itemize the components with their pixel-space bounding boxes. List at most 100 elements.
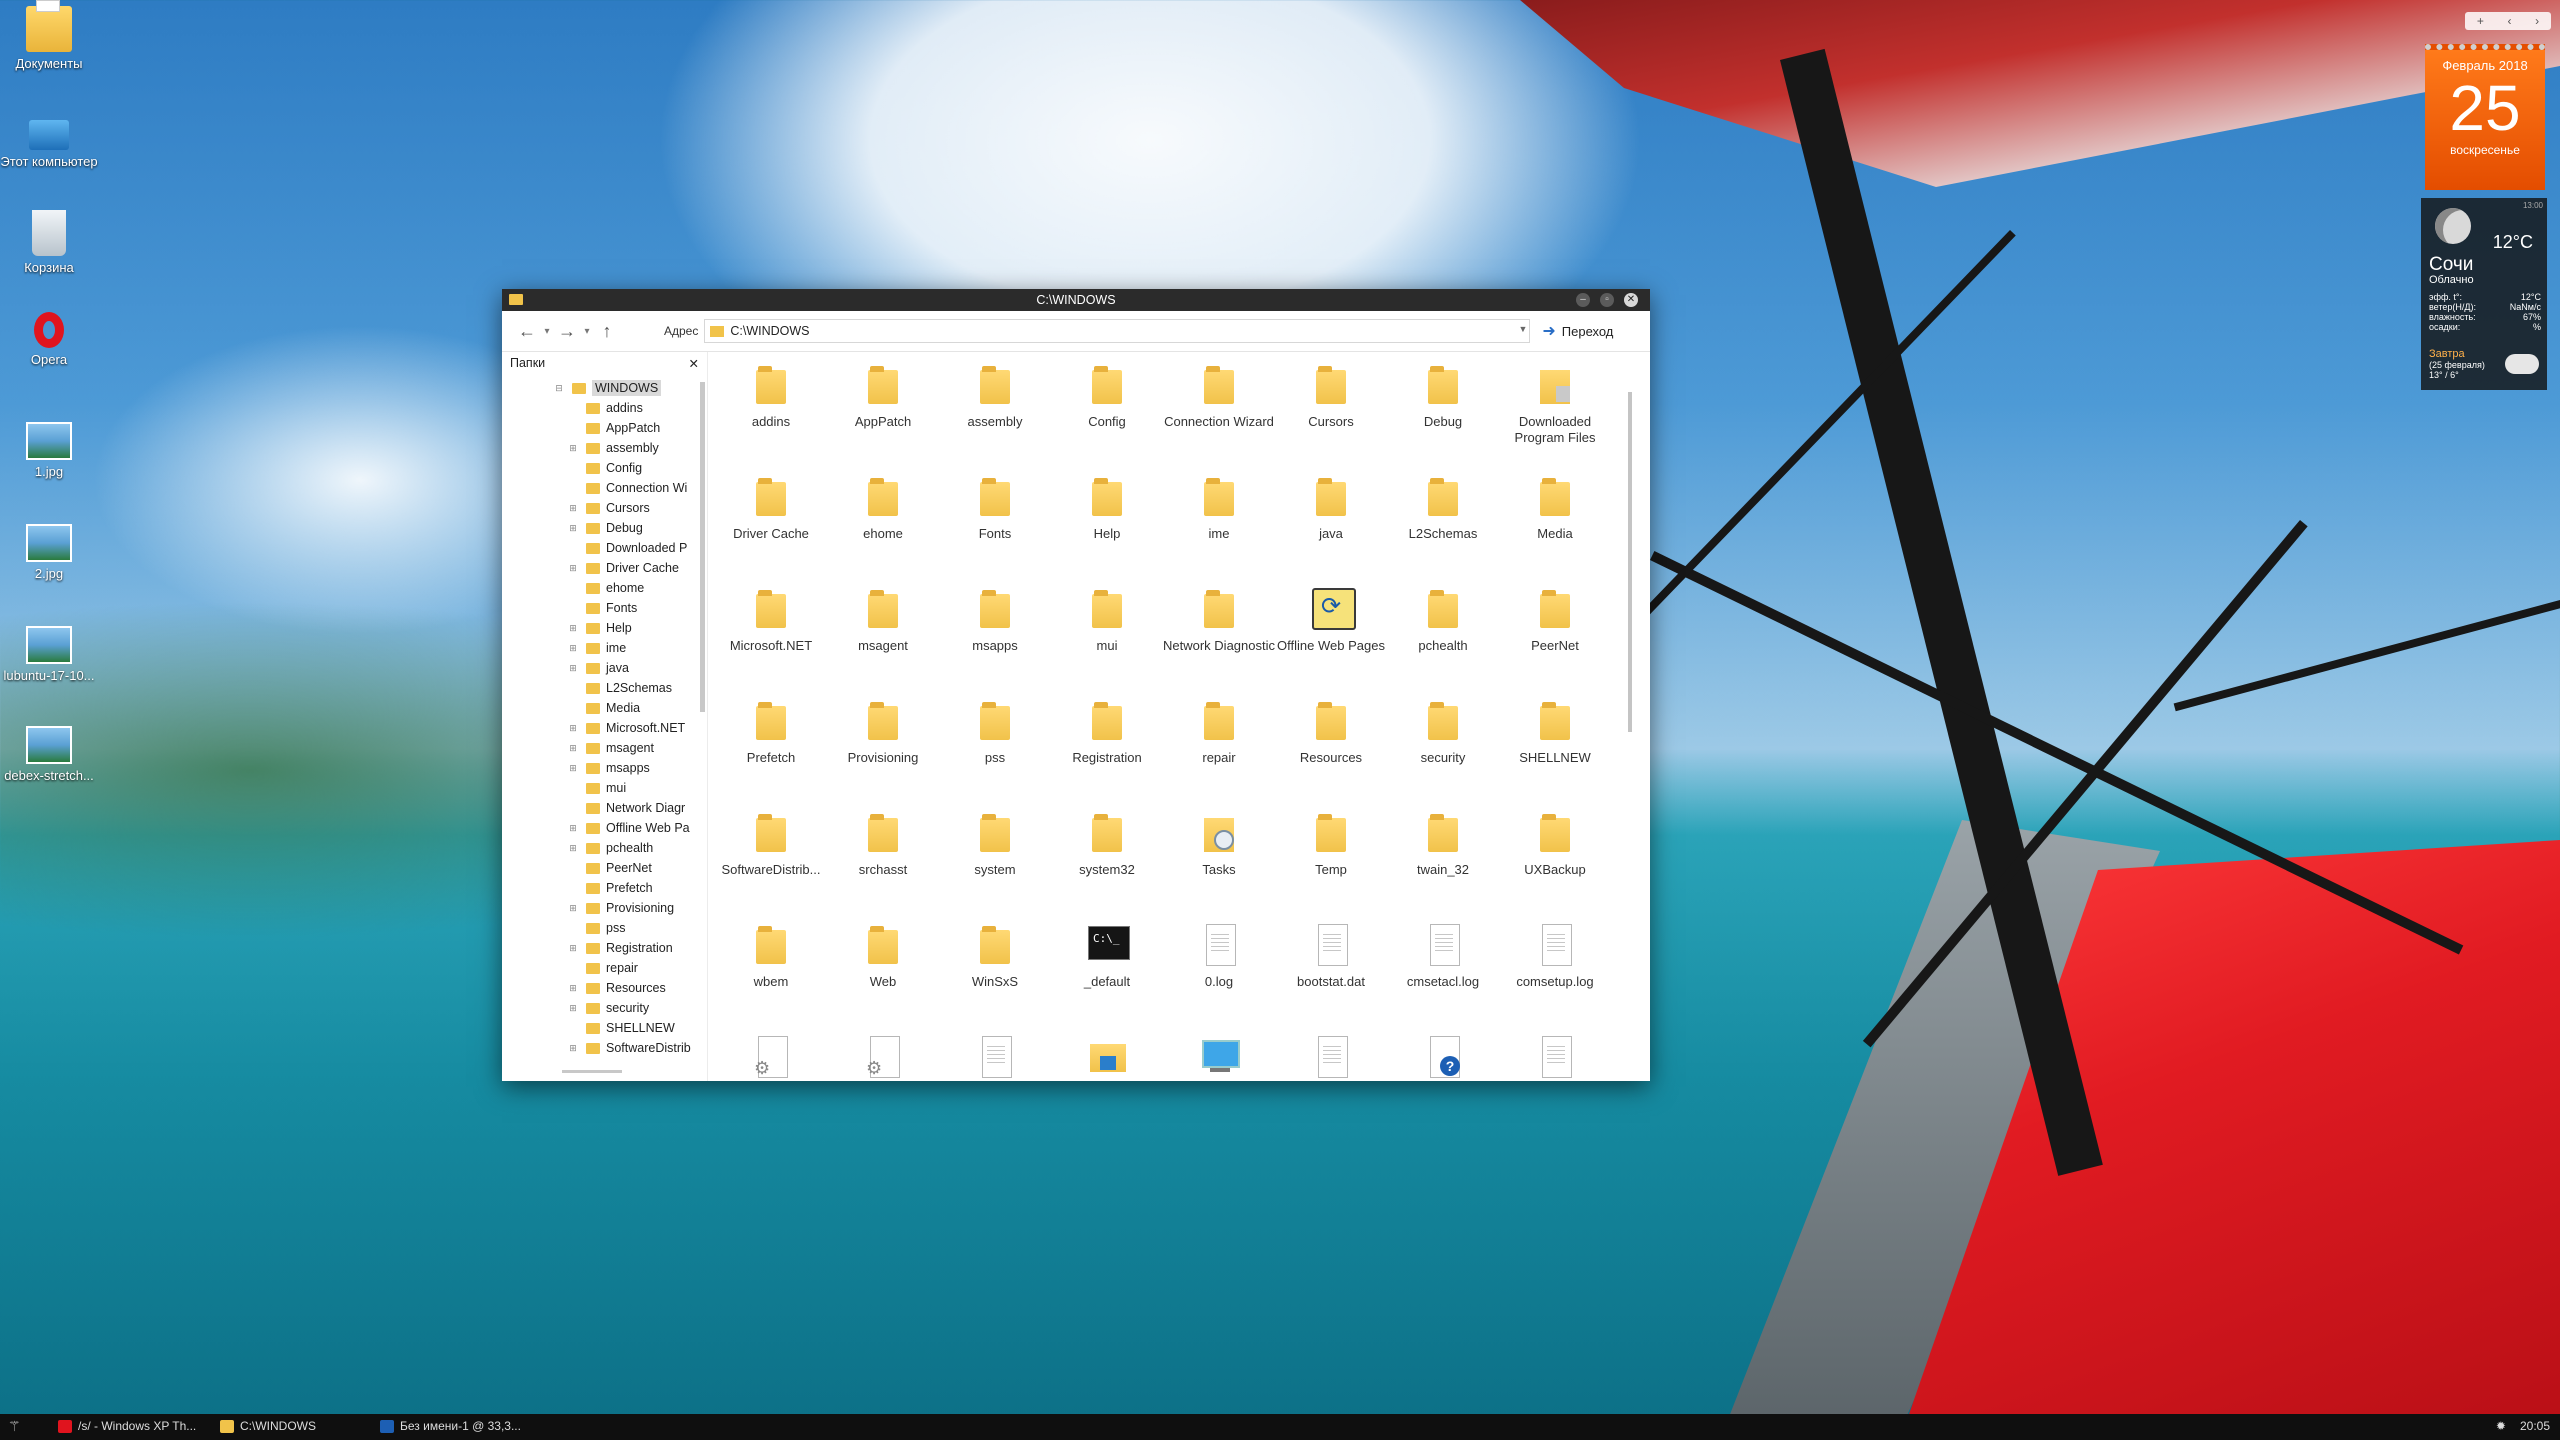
folder-item[interactable]: PeerNet (1499, 576, 1611, 688)
up-button[interactable]: ↑ (594, 318, 620, 344)
expand-icon[interactable]: ⊞ (568, 823, 578, 833)
folder-item[interactable]: Downloaded Program Files (1499, 352, 1611, 464)
prev-gadget-icon[interactable]: ‹ (2508, 14, 2512, 28)
tree-item[interactable]: ⊞ Provisioning (502, 898, 693, 918)
expand-icon[interactable]: ⊞ (568, 843, 578, 853)
tree-item[interactable]: mui (502, 778, 693, 798)
expand-icon[interactable]: ⊞ (568, 723, 578, 733)
tree-item[interactable]: ⊞ ime (502, 638, 693, 658)
expand-icon[interactable]: ⊞ (568, 1043, 578, 1053)
folder-item[interactable]: Connection Wizard (1163, 352, 1275, 464)
folder-item[interactable]: Debug (1387, 352, 1499, 464)
folder-item[interactable]: ime (1163, 464, 1275, 576)
brightness-icon[interactable]: ✹ (2496, 1419, 2506, 1433)
tree-item[interactable]: AppPatch (502, 418, 693, 438)
tree-item[interactable]: ⊞ Help (502, 618, 693, 638)
calendar-gadget[interactable]: Февраль 2018 25 воскресенье (2425, 44, 2545, 190)
folder-item[interactable]: Temp (1275, 800, 1387, 912)
tree-item[interactable]: ehome (502, 578, 693, 598)
tree-item[interactable]: ⊞ SoftwareDistrib (502, 1038, 693, 1058)
file-view[interactable]: addins AppPatch assembly Config Connection W… (715, 352, 1636, 1081)
tree-hscrollbar[interactable] (562, 1070, 622, 1073)
tree-item[interactable]: addins (502, 398, 693, 418)
folder-item[interactable]: twain_32 (1387, 800, 1499, 912)
tree-item[interactable]: ⊞ java (502, 658, 693, 678)
expand-icon[interactable]: ⊞ (568, 903, 578, 913)
file-item[interactable] (1051, 1024, 1163, 1081)
desktop-icon[interactable]: Корзина (0, 210, 98, 275)
expand-icon[interactable]: ⊞ (568, 563, 578, 573)
tree-item[interactable]: ⊞ Driver Cache (502, 558, 693, 578)
go-button[interactable]: ➜ Переход (1542, 321, 1613, 341)
tree-item[interactable]: ⊞ Offline Web Pa (502, 818, 693, 838)
folder-item[interactable]: Media (1499, 464, 1611, 576)
maximize-button[interactable]: ▫ (1600, 293, 1614, 307)
desktop-icon[interactable]: 2.jpg (0, 516, 98, 581)
folder-item[interactable]: mui (1051, 576, 1163, 688)
folder-item[interactable]: SoftwareDistrib... (715, 800, 827, 912)
tree-item[interactable]: ⊞ Resources (502, 978, 693, 998)
folder-item[interactable]: Resources (1275, 688, 1387, 800)
file-item[interactable]: comsetup.log (1499, 912, 1611, 1024)
tree-item[interactable]: PeerNet (502, 858, 693, 878)
tree-item[interactable]: Prefetch (502, 878, 693, 898)
tree-item[interactable]: Fonts (502, 598, 693, 618)
next-gadget-icon[interactable]: › (2535, 14, 2539, 28)
folder-item[interactable]: msapps (939, 576, 1051, 688)
folder-item[interactable]: Microsoft.NET (715, 576, 827, 688)
expand-icon[interactable]: ⊞ (568, 1003, 578, 1013)
task-explorer[interactable]: C:\WINDOWS (220, 1419, 316, 1433)
folder-item[interactable]: repair (1163, 688, 1275, 800)
desktop-icon[interactable]: Opera (0, 312, 98, 367)
folder-tree[interactable]: Папки ✕ ⊟ WINDOWS addins AppPatch ⊞ assembly C… (502, 352, 708, 1081)
expand-icon[interactable]: ⊞ (568, 623, 578, 633)
desktop-icon[interactable]: Этот компьютер (0, 110, 98, 169)
chevron-down-icon[interactable]: ▼ (1518, 324, 1527, 334)
task-opera[interactable]: /s/ - Windows XP Th... (58, 1419, 196, 1433)
folder-item[interactable]: system32 (1051, 800, 1163, 912)
folder-item[interactable]: Prefetch (715, 688, 827, 800)
folder-item[interactable]: assembly (939, 352, 1051, 464)
tree-item[interactable]: ⊞ Debug (502, 518, 693, 538)
folder-item[interactable]: Network Diagnostic (1163, 576, 1275, 688)
folder-item[interactable]: AppPatch (827, 352, 939, 464)
desktop-icon[interactable]: Документы (0, 0, 98, 71)
title-bar[interactable]: C:\WINDOWS – ▫ ✕ (502, 289, 1650, 311)
expand-icon[interactable]: ⊞ (568, 763, 578, 773)
tree-item[interactable]: L2Schemas (502, 678, 693, 698)
folder-item[interactable]: L2Schemas (1387, 464, 1499, 576)
folder-item[interactable]: UXBackup (1499, 800, 1611, 912)
expand-icon[interactable]: ⊞ (568, 443, 578, 453)
gadget-toolbar[interactable]: + ‹ › (2465, 12, 2551, 30)
file-view-scrollbar[interactable] (1628, 392, 1632, 732)
folder-item[interactable]: security (1387, 688, 1499, 800)
file-item[interactable] (1387, 1024, 1499, 1081)
file-item[interactable] (1275, 1024, 1387, 1081)
close-button[interactable]: ✕ (1624, 293, 1638, 307)
expand-icon[interactable]: ⊞ (568, 943, 578, 953)
folder-item[interactable]: Help (1051, 464, 1163, 576)
tree-item[interactable]: ⊞ msapps (502, 758, 693, 778)
close-icon[interactable]: ✕ (689, 356, 699, 371)
address-field[interactable]: C:\WINDOWS ▼ (704, 319, 1531, 343)
tree-item[interactable]: Downloaded P (502, 538, 693, 558)
tree-item[interactable]: ⊞ Cursors (502, 498, 693, 518)
file-item[interactable] (827, 1024, 939, 1081)
tree-item[interactable]: Config (502, 458, 693, 478)
expand-icon[interactable]: ⊟ (554, 383, 564, 393)
folder-item[interactable]: Tasks (1163, 800, 1275, 912)
forward-dropdown-icon[interactable]: ▾ (580, 326, 594, 337)
expand-icon[interactable]: ⊞ (568, 663, 578, 673)
tree-item[interactable]: pss (502, 918, 693, 938)
file-item[interactable] (939, 1024, 1051, 1081)
expand-icon[interactable]: ⊞ (568, 503, 578, 513)
add-gadget-icon[interactable]: + (2477, 14, 2484, 28)
folder-item[interactable]: Offline Web Pages (1275, 576, 1387, 688)
file-item[interactable] (1499, 1024, 1611, 1081)
folder-item[interactable]: srchasst (827, 800, 939, 912)
tree-item[interactable]: Network Diagr (502, 798, 693, 818)
folder-item[interactable]: Provisioning (827, 688, 939, 800)
folder-item[interactable]: ehome (827, 464, 939, 576)
tree-item[interactable]: repair (502, 958, 693, 978)
tree-item[interactable]: ⊞ msagent (502, 738, 693, 758)
